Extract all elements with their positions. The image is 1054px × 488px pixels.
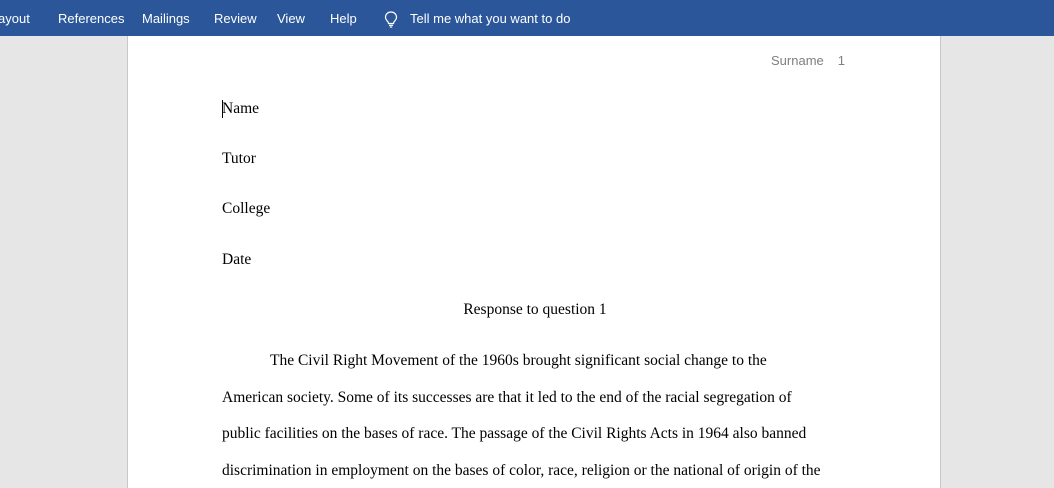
tell-me-label: Tell me what you want to do — [410, 11, 571, 26]
document-title: Response to question 1 — [463, 301, 607, 318]
paragraph-line: public facilities on the bases of race. … — [222, 425, 807, 442]
paragraph-line: discrimination in employment on the base… — [222, 462, 821, 479]
tab-view[interactable]: View — [277, 0, 305, 36]
date-line: Date — [222, 251, 252, 268]
paragraph-line: The Civil Right Movement of the 1960s br… — [270, 352, 767, 369]
header-page-number: 1 — [837, 53, 845, 68]
lightbulb-icon — [384, 11, 398, 28]
tab-mailings[interactable]: Mailings — [142, 0, 190, 36]
document-page[interactable]: Surname 1 Name Tutor College Date Respons… — [127, 36, 941, 488]
page-header: Surname 1 — [771, 53, 845, 68]
tab-layout[interactable]: ayout — [0, 0, 30, 36]
ribbon-tab-bar: ayout References Mailings Review View He… — [0, 0, 1054, 36]
college-line: College — [222, 200, 271, 217]
tab-review[interactable]: Review — [214, 0, 257, 36]
tab-help[interactable]: Help — [330, 0, 357, 36]
tab-references[interactable]: References — [58, 0, 124, 36]
paragraph-line: American society. Some of its successes … — [222, 389, 792, 406]
tutor-line: Tutor — [222, 150, 256, 167]
header-surname: Surname — [771, 53, 824, 68]
document-canvas[interactable]: Surname 1 Name Tutor College Date Respons… — [0, 36, 1054, 488]
name-line: Name — [222, 100, 260, 117]
